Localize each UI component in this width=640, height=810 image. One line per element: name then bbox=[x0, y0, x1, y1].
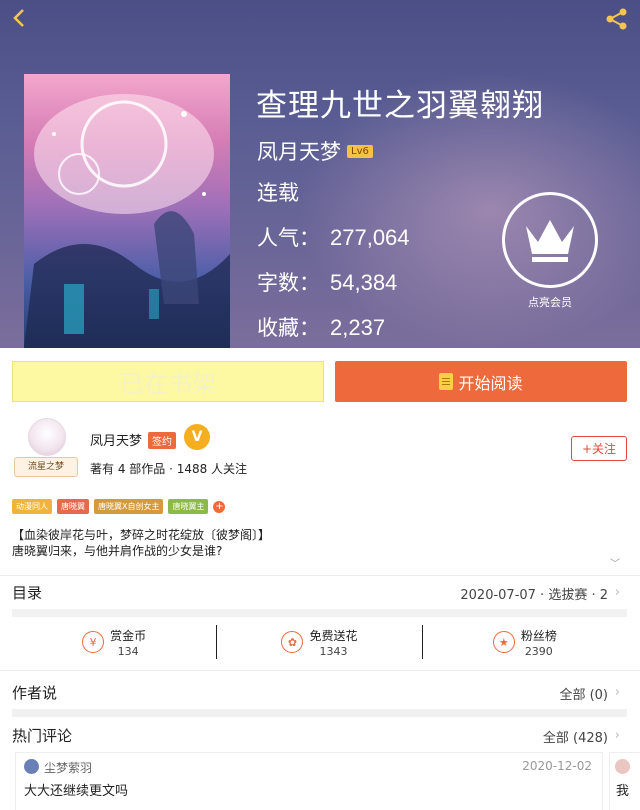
chevron-right-icon: › bbox=[614, 728, 620, 743]
favorites-stat: 收藏： 2,237 bbox=[257, 312, 385, 342]
fan-ranking-label: 粉丝榜 bbox=[520, 628, 557, 643]
author-says-count: 全部 (0) bbox=[559, 688, 608, 703]
comment-date: 2020-12-02 bbox=[522, 759, 592, 773]
start-reading-label: 开始阅读 bbox=[458, 373, 523, 393]
back-icon[interactable] bbox=[8, 6, 32, 30]
divider bbox=[0, 670, 640, 671]
commenter-avatar[interactable] bbox=[615, 759, 630, 774]
tag-item[interactable]: 唐晓翼X自创女主 bbox=[94, 499, 164, 514]
comment-card[interactable]: 尘梦萦羽 2020-12-02 大大还继续更文吗 bbox=[15, 752, 603, 810]
author-works-summary: 著有 4 部作品 · 1488 人关注 bbox=[90, 462, 248, 476]
level-badge: Lv6 bbox=[347, 144, 373, 158]
signed-badge: 签约 bbox=[148, 432, 176, 449]
reward-coins-button[interactable]: ¥ 赏金币 134 bbox=[12, 625, 216, 659]
book-title: 查理九世之羽翼翱翔 bbox=[256, 88, 544, 124]
popularity-label: 人气： bbox=[257, 226, 320, 250]
expand-description-icon[interactable]: ﹀ bbox=[610, 555, 620, 570]
description-line-1: 【血染彼岸花与叶，梦碎之时花绽放〔彼梦阁〕】 bbox=[12, 528, 271, 542]
section-divider bbox=[12, 609, 627, 617]
description-line-2: 唐晓翼归来，与他并肩作战的少女是谁? bbox=[12, 544, 223, 558]
author-avatar[interactable] bbox=[28, 418, 66, 456]
word-count-label: 字数： bbox=[257, 271, 320, 295]
comment-text: 我 bbox=[616, 784, 630, 799]
comment-card[interactable]: 我 bbox=[609, 752, 640, 810]
vip-label: 点亮会员 bbox=[528, 296, 572, 309]
send-flower-label: 免费送花 bbox=[309, 628, 358, 643]
share-icon[interactable] bbox=[604, 6, 630, 32]
word-count-stat: 字数： 54,384 bbox=[257, 267, 397, 297]
verified-badge: V bbox=[184, 424, 210, 450]
send-flower-button[interactable]: ✿ 免费送花 1343 bbox=[216, 625, 421, 659]
start-reading-button[interactable]: 开始阅读 bbox=[335, 361, 627, 402]
hot-comments-count: 全部 (428) bbox=[542, 731, 608, 746]
medal-icon: ★ bbox=[492, 631, 515, 653]
flower-icon: ✿ bbox=[281, 631, 304, 653]
cover-art-icon bbox=[24, 94, 230, 348]
author-row[interactable]: 凤月天梦 Lv6 bbox=[257, 136, 373, 166]
coin-icon: ¥ bbox=[82, 631, 105, 653]
word-count-value: 54,384 bbox=[330, 270, 398, 295]
follow-button[interactable]: +关注 bbox=[571, 436, 627, 461]
section-divider bbox=[12, 709, 627, 717]
crown-icon bbox=[502, 192, 598, 288]
commenter-name[interactable]: 尘梦萦羽 bbox=[44, 759, 92, 776]
chevron-right-icon: › bbox=[614, 585, 620, 600]
chevron-right-icon: › bbox=[614, 685, 620, 700]
popularity-stat: 人气： 277,064 bbox=[257, 222, 410, 252]
author-says-label: 作者说 bbox=[12, 684, 58, 702]
tag-item[interactable]: 动漫同人 bbox=[12, 499, 52, 514]
tag-item[interactable]: 唐晓翼 bbox=[57, 499, 89, 514]
book-description: 【血染彼岸花与叶，梦碎之时花绽放〔彼梦阁〕】 唐晓翼归来，与他并肩作战的少女是谁… bbox=[12, 527, 270, 559]
book-cover[interactable] bbox=[24, 74, 230, 348]
fan-ranking-count: 2390 bbox=[524, 644, 553, 658]
favorites-label: 收藏： bbox=[257, 316, 320, 340]
hot-comments-row[interactable]: 热门评论 全部 (428) › bbox=[0, 719, 640, 751]
in-bookshelf-button[interactable]: 已在书架 bbox=[12, 361, 324, 402]
comment-text: 大大还继续更文吗 bbox=[24, 784, 129, 799]
author-name[interactable]: 凤月天梦 bbox=[257, 136, 341, 166]
book-header: 查理九世之羽翼翱翔 凤月天梦 Lv6 连载 人气： 277,064 字数： 54,3… bbox=[0, 0, 640, 348]
support-bar: ¥ 赏金币 134 ✿ 免费送花 1343 ★ 粉丝榜 2390 bbox=[12, 625, 627, 659]
send-flower-count: 1343 bbox=[319, 644, 348, 658]
favorites-value: 2,237 bbox=[330, 315, 386, 340]
vip-button[interactable]: 点亮会员 bbox=[500, 192, 600, 310]
latest-chapter-info: 2020-07-07 · 选拔赛 · 2 bbox=[460, 588, 608, 603]
author-card-name[interactable]: 凤月天梦 bbox=[90, 430, 142, 449]
reward-coins-label: 赏金币 bbox=[110, 628, 147, 643]
reward-coins-count: 134 bbox=[117, 644, 139, 658]
author-says-row[interactable]: 作者说 全部 (0) › bbox=[0, 676, 640, 708]
more-tags-button[interactable]: + bbox=[213, 500, 226, 513]
book-icon bbox=[439, 373, 454, 390]
catalog-label: 目录 bbox=[12, 584, 43, 602]
popularity-value: 277,064 bbox=[330, 225, 410, 250]
tag-list: 动漫同人 唐晓翼 唐晓翼X自创女主 唐晓翼主 + bbox=[12, 499, 226, 514]
serial-status: 连载 bbox=[257, 181, 299, 205]
tag-item[interactable]: 唐晓翼主 bbox=[168, 499, 209, 514]
fan-ranking-button[interactable]: ★ 粉丝榜 2390 bbox=[421, 625, 627, 659]
catalog-row[interactable]: 目录 2020-07-07 · 选拔赛 · 2 › bbox=[0, 576, 640, 608]
commenter-avatar[interactable] bbox=[24, 759, 39, 774]
in-bookshelf-label: 已在书架 bbox=[120, 370, 216, 398]
hot-comments-label: 热门评论 bbox=[12, 727, 73, 745]
avatar-frame-tag: 流星之梦 bbox=[14, 457, 78, 477]
